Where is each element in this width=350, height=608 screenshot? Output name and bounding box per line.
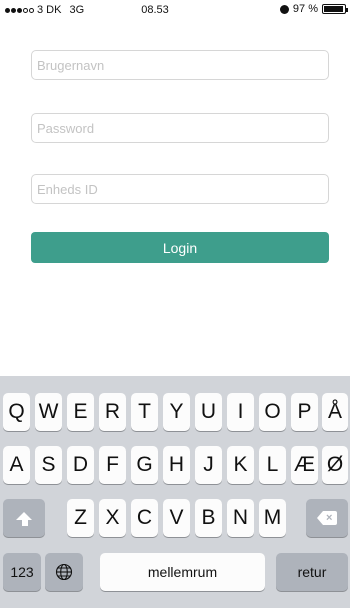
key-ae[interactable]: Æ xyxy=(291,446,318,484)
key-b[interactable]: B xyxy=(195,499,222,537)
keyboard: Q W E R T Y U I O P Å A S D F G H J K L … xyxy=(0,376,350,608)
username-field[interactable]: Brugernavn xyxy=(31,50,329,80)
globe-key[interactable] xyxy=(45,553,83,591)
battery-icon xyxy=(322,4,348,14)
key-n[interactable]: N xyxy=(227,499,254,537)
key-w[interactable]: W xyxy=(35,393,62,431)
numbers-key[interactable]: 123 xyxy=(3,553,41,591)
space-key[interactable]: mellemrum xyxy=(100,553,265,591)
key-r[interactable]: R xyxy=(99,393,126,431)
key-h[interactable]: H xyxy=(163,446,190,484)
key-e[interactable]: E xyxy=(67,393,94,431)
device-id-field[interactable]: Enheds ID xyxy=(31,174,329,204)
backspace-key[interactable]: × xyxy=(306,499,348,537)
key-aa[interactable]: Å xyxy=(322,393,348,431)
key-i[interactable]: I xyxy=(227,393,254,431)
password-field[interactable]: Password xyxy=(31,113,329,143)
key-j[interactable]: J xyxy=(195,446,222,484)
key-u[interactable]: U xyxy=(195,393,222,431)
shift-icon xyxy=(16,512,32,520)
key-z[interactable]: Z xyxy=(67,499,94,537)
key-k[interactable]: K xyxy=(227,446,254,484)
key-f[interactable]: F xyxy=(99,446,126,484)
device-id-placeholder: Enheds ID xyxy=(37,181,98,197)
backspace-icon: × xyxy=(317,511,337,525)
key-c[interactable]: C xyxy=(131,499,158,537)
globe-icon xyxy=(55,563,73,581)
return-key[interactable]: retur xyxy=(276,553,348,591)
status-right: 97 % xyxy=(279,3,348,15)
key-a[interactable]: A xyxy=(3,446,30,484)
alarm-icon xyxy=(279,4,289,14)
username-placeholder: Brugernavn xyxy=(37,57,105,73)
battery-percent: 97 % xyxy=(292,3,318,15)
key-t[interactable]: T xyxy=(131,393,158,431)
key-l[interactable]: L xyxy=(259,446,286,484)
key-v[interactable]: V xyxy=(163,499,190,537)
key-o[interactable]: O xyxy=(259,393,286,431)
key-m[interactable]: M xyxy=(259,499,286,537)
key-s[interactable]: S xyxy=(35,446,62,484)
login-button[interactable]: Login xyxy=(31,232,329,263)
key-p[interactable]: P xyxy=(291,393,318,431)
shift-key[interactable] xyxy=(3,499,45,537)
password-placeholder: Password xyxy=(37,120,95,136)
key-q[interactable]: Q xyxy=(3,393,30,431)
status-bar: 3 DK 3G 08.53 97 % xyxy=(0,0,350,20)
key-oe[interactable]: Ø xyxy=(322,446,348,484)
key-d[interactable]: D xyxy=(67,446,94,484)
key-y[interactable]: Y xyxy=(163,393,190,431)
key-x[interactable]: X xyxy=(99,499,126,537)
key-g[interactable]: G xyxy=(131,446,158,484)
